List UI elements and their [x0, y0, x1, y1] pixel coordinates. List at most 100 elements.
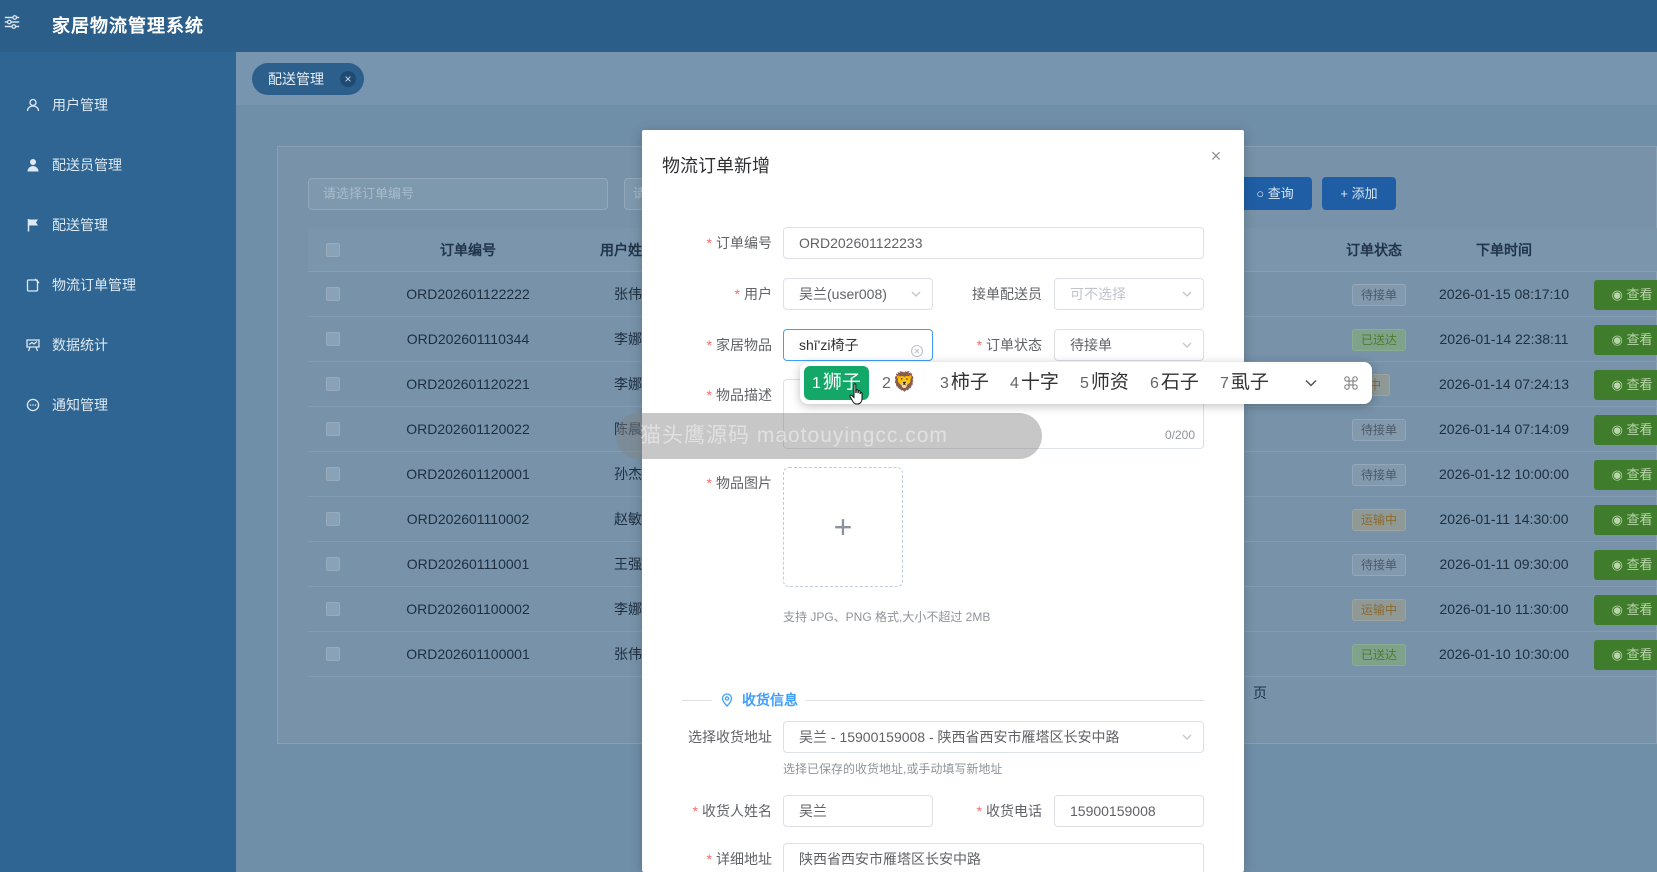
row-checkbox[interactable] — [326, 287, 340, 301]
secondary-search-input[interactable]: 请 — [624, 178, 644, 210]
row-checkbox[interactable] — [326, 602, 340, 616]
image-uploader[interactable]: + — [783, 467, 903, 587]
view-button[interactable]: ◉ 查看 — [1594, 325, 1657, 355]
order-status-select[interactable]: 待接单 — [1054, 329, 1204, 361]
column-header: 下单时间 — [1476, 242, 1532, 258]
eye-icon: ◉ — [1611, 647, 1627, 662]
watermark: 猫头鹰源码 maotouyingcc.com — [616, 413, 1042, 459]
view-button[interactable]: ◉ 查看 — [1594, 280, 1657, 310]
char-count: 0/200 — [1164, 428, 1195, 442]
row-checkbox[interactable] — [326, 377, 340, 391]
image-label: * 物品图片 — [706, 475, 772, 491]
receiver-phone-input[interactable]: 15900159008 — [1054, 795, 1204, 827]
view-button[interactable]: ◉ 查看 — [1594, 460, 1657, 490]
user-select[interactable]: 吴兰(user008) — [783, 278, 933, 310]
view-button[interactable]: ◉ 查看 — [1594, 415, 1657, 445]
sidebar-item-couriers[interactable]: 配送员管理 — [0, 145, 236, 185]
query-button[interactable]: ○ 查询 — [1238, 177, 1312, 210]
view-button[interactable]: ◉ 查看 — [1594, 505, 1657, 535]
column-header: 订单编号 — [440, 242, 496, 258]
status-badge: 运输中 — [1352, 509, 1407, 531]
row-checkbox[interactable] — [326, 512, 340, 526]
ime-settings-icon[interactable] — [1342, 374, 1360, 392]
user-label: * 用户 — [734, 286, 772, 302]
sidebar-item-delivery[interactable]: 配送管理 — [0, 205, 236, 245]
order-no-cell: ORD202601110344 — [406, 331, 530, 347]
view-button[interactable]: ◉ 查看 — [1594, 640, 1657, 670]
image-hint: 支持 JPG、PNG 格式,大小不超过 2MB — [783, 610, 991, 624]
top-bar: 家居物流管理系统 — [0, 0, 1657, 52]
description-label: * 物品描述 — [706, 387, 772, 403]
pager-suffix: 页 — [1253, 685, 1267, 701]
plus-icon: + — [1340, 186, 1352, 201]
order-no-field[interactable]: ORD202601122233 — [783, 227, 1204, 259]
row-checkbox[interactable] — [326, 332, 340, 346]
row-checkbox[interactable] — [326, 647, 340, 661]
plus-icon: + — [833, 508, 853, 545]
add-button[interactable]: + 添加 — [1322, 177, 1396, 210]
courier-select[interactable]: 可不选择 — [1054, 278, 1204, 310]
tab-label: 配送管理 — [268, 71, 324, 87]
view-button[interactable]: ◉ 查看 — [1594, 595, 1657, 625]
dialog-title: 物流订单新增 — [662, 156, 770, 176]
sidebar-item-label: 通知管理 — [52, 397, 108, 413]
order-time-cell: 2026-01-11 14:30:00 — [1439, 511, 1569, 527]
chart-icon — [26, 338, 40, 352]
row-checkbox[interactable] — [326, 557, 340, 571]
order-no-cell: ORD202601110002 — [406, 511, 530, 527]
view-button[interactable]: ◉ 查看 — [1594, 550, 1657, 580]
flag-icon — [26, 218, 40, 232]
ime-candidate[interactable]: 7 虱子 — [1220, 366, 1269, 400]
user-icon — [26, 98, 40, 112]
ime-candidate[interactable]: 6 石子 — [1150, 366, 1199, 400]
hand-cursor-icon — [848, 382, 866, 406]
clear-icon[interactable] — [910, 338, 924, 358]
eye-icon: ◉ — [1611, 377, 1627, 392]
eye-icon: ◉ — [1611, 287, 1627, 302]
ime-expand-icon[interactable] — [1302, 374, 1320, 392]
receiver-phone-label: * 收货电话 — [976, 803, 1042, 819]
eye-icon: ◉ — [1611, 557, 1627, 572]
status-badge: 已送达 — [1352, 329, 1407, 351]
eye-icon: ◉ — [1611, 422, 1627, 437]
chevron-down-icon — [1181, 279, 1193, 309]
menu-toggle-icon[interactable] — [2, 12, 22, 32]
status-badge: 运输中 — [1352, 599, 1407, 621]
order-no-label: * 订单编号 — [706, 235, 772, 251]
status-badge: 待接单 — [1352, 464, 1407, 486]
item-label: * 家居物品 — [706, 337, 772, 353]
close-icon[interactable]: × — [1208, 147, 1224, 165]
receive-section-title: 收货信息 — [712, 691, 806, 709]
tab-close-icon[interactable]: × — [340, 71, 356, 87]
select-all-checkbox[interactable] — [326, 243, 340, 257]
ime-candidate[interactable]: 5 师资 — [1080, 366, 1129, 400]
order-time-cell: 2026-01-14 22:38:11 — [1439, 331, 1569, 347]
order-no-cell: ORD202601110001 — [406, 556, 530, 572]
order-no-cell: ORD202601122222 — [406, 286, 530, 302]
sidebar-item-label: 配送员管理 — [52, 157, 122, 173]
address-detail-label: * 详细地址 — [706, 851, 772, 867]
order-time-cell: 2026-01-15 08:17:10 — [1439, 286, 1569, 302]
sidebar-item-notifications[interactable]: 通知管理 — [0, 385, 236, 425]
sidebar-item-orders[interactable]: 物流订单管理 — [0, 265, 236, 305]
order-search-input[interactable]: 请选择订单编号 — [308, 178, 608, 210]
order-time-cell: 2026-01-14 07:24:13 — [1439, 376, 1569, 392]
receiver-name-input[interactable]: 吴兰 — [783, 795, 933, 827]
row-checkbox[interactable] — [326, 467, 340, 481]
ime-candidate[interactable]: 2 🦁 — [882, 366, 917, 400]
search-icon: ○ — [1256, 186, 1268, 201]
ime-candidate[interactable]: 4 十字 — [1010, 366, 1059, 400]
sidebar-item-label: 物流订单管理 — [52, 277, 136, 293]
ime-candidate[interactable]: 3 柿子 — [940, 366, 989, 400]
tab-delivery[interactable]: 配送管理 × — [252, 63, 364, 95]
row-checkbox[interactable] — [326, 422, 340, 436]
address-select[interactable]: 吴兰 - 15900159008 - 陕西省西安市雁塔区长安中路 — [783, 721, 1204, 753]
column-header: 订单状态 — [1346, 242, 1402, 258]
sidebar-item-statistics[interactable]: 数据统计 — [0, 325, 236, 365]
address-detail-input[interactable]: 陕西省西安市雁塔区长安中路 — [783, 843, 1204, 872]
view-button[interactable]: ◉ 查看 — [1594, 370, 1657, 400]
item-input[interactable]: shī'zi椅子 — [783, 329, 933, 361]
sidebar-item-users[interactable]: 用户管理 — [0, 85, 236, 125]
order-time-cell: 2026-01-12 10:00:00 — [1439, 466, 1569, 482]
courier-label: 接单配送员 — [972, 286, 1042, 302]
